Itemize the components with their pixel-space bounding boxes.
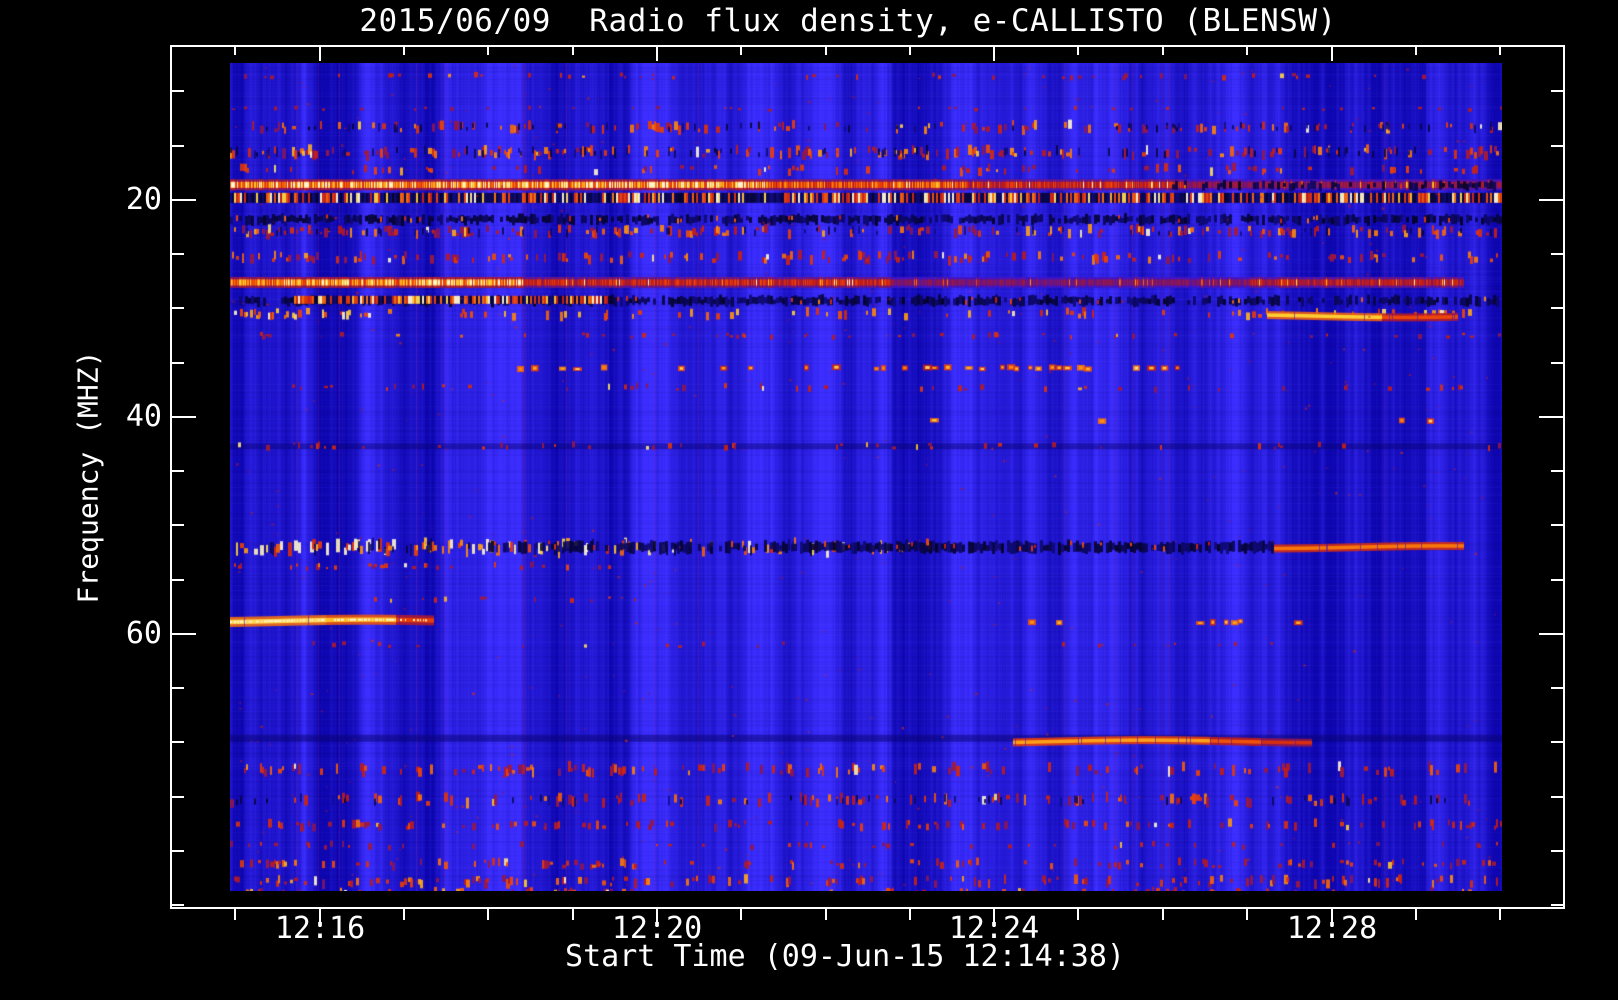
- y-minor-tick-left: [170, 524, 184, 526]
- y-minor-tick-left: [170, 145, 184, 147]
- x-axis-label: Start Time (09-Jun-15 12:14:38): [565, 939, 1125, 974]
- y-tick-label: 20: [125, 182, 162, 217]
- x-minor-tick-bottom: [740, 909, 742, 920]
- x-minor-tick-bottom: [234, 909, 236, 920]
- x-minor-tick-bottom: [403, 909, 405, 920]
- x-minor-tick-top: [1499, 45, 1501, 55]
- y-axis-label: Frequency (MHZ): [71, 350, 105, 604]
- plot-frame: [170, 45, 1565, 909]
- y-minor-tick-right: [1551, 904, 1565, 906]
- x-minor-tick-bottom: [487, 909, 489, 920]
- x-minor-tick-top: [909, 45, 911, 55]
- y-minor-tick-left: [170, 796, 184, 798]
- y-tick-label: 60: [125, 616, 162, 651]
- x-minor-tick-bottom: [825, 909, 827, 920]
- x-minor-tick-bottom: [909, 909, 911, 920]
- spectrogram-page: 2015/06/09 Radio flux density, e-CALLIST…: [0, 0, 1618, 1000]
- y-minor-tick-right: [1551, 253, 1565, 255]
- y-major-tick-left: [170, 199, 196, 201]
- y-minor-tick-right: [1551, 524, 1565, 526]
- y-minor-tick-right: [1551, 90, 1565, 92]
- x-minor-tick-top: [234, 45, 236, 55]
- x-major-tick-top: [656, 45, 658, 61]
- x-minor-tick-top: [740, 45, 742, 55]
- y-minor-tick-right: [1551, 579, 1565, 581]
- y-minor-tick-left: [170, 470, 184, 472]
- y-minor-tick-right: [1551, 687, 1565, 689]
- x-major-tick-top: [993, 45, 995, 61]
- y-minor-tick-left: [170, 687, 184, 689]
- x-major-tick-top: [1331, 45, 1333, 61]
- y-minor-tick-left: [170, 307, 184, 309]
- x-major-tick-top: [319, 45, 321, 61]
- y-minor-tick-left: [170, 362, 184, 364]
- x-minor-tick-top: [825, 45, 827, 55]
- x-minor-tick-bottom: [572, 909, 574, 920]
- x-minor-tick-bottom: [1415, 909, 1417, 920]
- y-minor-tick-left: [170, 90, 184, 92]
- chart-title: 2015/06/09 Radio flux density, e-CALLIST…: [359, 3, 1337, 39]
- x-minor-tick-top: [403, 45, 405, 55]
- y-major-tick-right: [1539, 633, 1565, 635]
- y-minor-tick-right: [1551, 741, 1565, 743]
- y-minor-tick-right: [1551, 145, 1565, 147]
- y-minor-tick-left: [170, 904, 184, 906]
- y-tick-label: 40: [125, 399, 162, 434]
- x-minor-tick-top: [1415, 45, 1417, 55]
- y-minor-tick-right: [1551, 362, 1565, 364]
- y-minor-tick-left: [170, 253, 184, 255]
- x-minor-tick-top: [1077, 45, 1079, 55]
- y-minor-tick-right: [1551, 307, 1565, 309]
- y-minor-tick-left: [170, 850, 184, 852]
- y-major-tick-left: [170, 416, 196, 418]
- x-minor-tick-top: [1246, 45, 1248, 55]
- y-minor-tick-right: [1551, 796, 1565, 798]
- x-minor-tick-bottom: [1499, 909, 1501, 920]
- x-minor-tick-bottom: [1077, 909, 1079, 920]
- y-major-tick-left: [170, 633, 196, 635]
- x-minor-tick-bottom: [1246, 909, 1248, 920]
- x-minor-tick-bottom: [1162, 909, 1164, 920]
- y-minor-tick-right: [1551, 470, 1565, 472]
- x-minor-tick-top: [487, 45, 489, 55]
- y-major-tick-right: [1539, 416, 1565, 418]
- x-minor-tick-top: [1162, 45, 1164, 55]
- y-minor-tick-left: [170, 741, 184, 743]
- y-minor-tick-left: [170, 579, 184, 581]
- y-major-tick-right: [1539, 199, 1565, 201]
- x-minor-tick-top: [572, 45, 574, 55]
- y-minor-tick-right: [1551, 850, 1565, 852]
